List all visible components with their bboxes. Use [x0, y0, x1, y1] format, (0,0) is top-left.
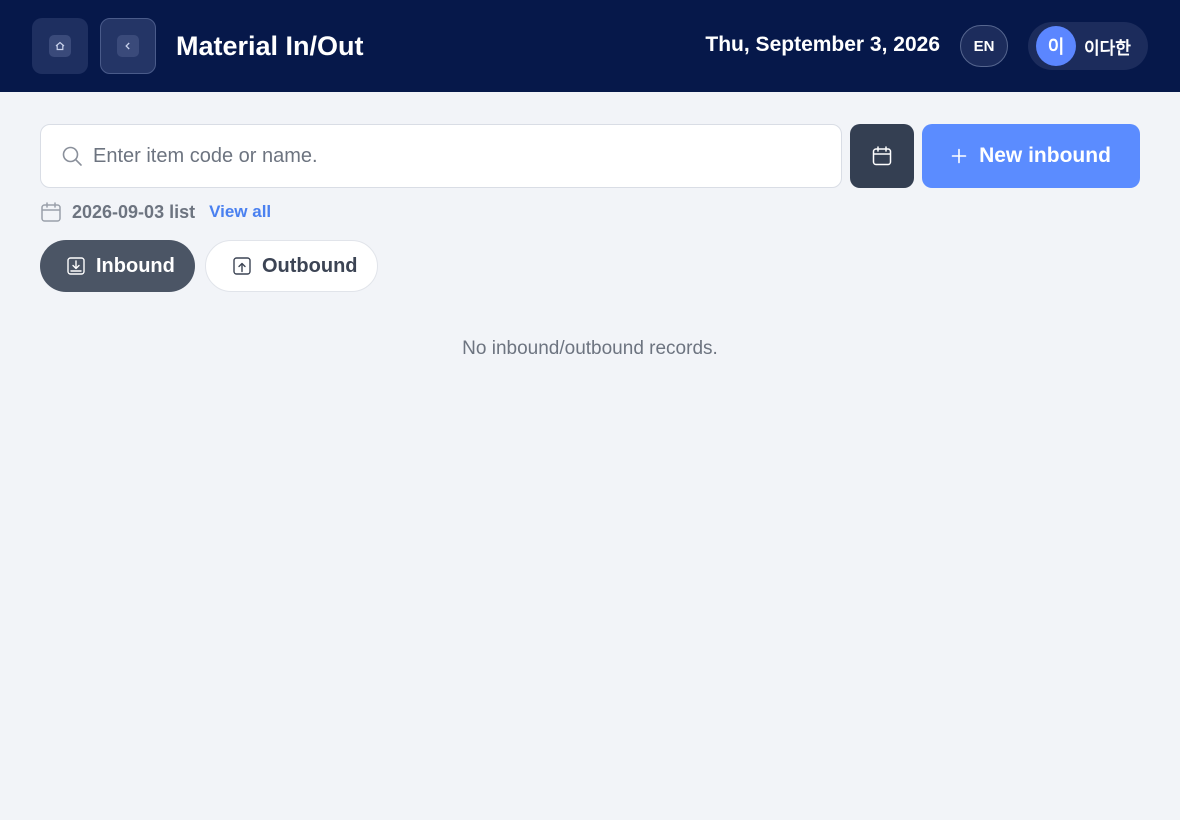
search-icon	[61, 145, 83, 167]
inbound-tray-icon	[66, 256, 86, 276]
outbound-tray-icon	[232, 256, 252, 276]
tab-inbound[interactable]: Inbound	[40, 240, 195, 292]
date-list-label: 2026-09-03 list	[72, 201, 196, 222]
search-input[interactable]	[93, 144, 793, 168]
tab-inbound-label: Inbound	[96, 254, 175, 277]
tab-outbound-label: Outbound	[262, 254, 358, 277]
empty-state-message: No inbound/outbound records.	[462, 338, 718, 359]
new-inbound-label: New inbound	[979, 144, 1111, 167]
view-all-link[interactable]: View all	[209, 202, 271, 222]
new-inbound-button[interactable]: New inbound	[922, 124, 1140, 188]
plus-icon	[951, 148, 967, 164]
date-picker-button[interactable]	[850, 124, 914, 188]
calendar-small-icon	[40, 201, 62, 223]
language-toggle[interactable]: EN	[960, 25, 1008, 67]
chevron-left-icon	[117, 35, 139, 57]
user-name: 이다한	[1084, 38, 1131, 58]
tab-outbound[interactable]: Outbound	[205, 240, 378, 292]
calendar-icon	[871, 145, 893, 167]
search-box[interactable]	[40, 124, 842, 188]
date-filter-row: 2026-09-03 list View all	[40, 200, 271, 224]
avatar: 이	[1036, 26, 1076, 66]
header-date: Thu, September 3, 2026	[705, 33, 940, 56]
app-header: Material In/Out Thu, September 3, 2026 E…	[0, 0, 1180, 92]
page-title: Material In/Out	[176, 31, 364, 61]
user-menu[interactable]: 이 이다한	[1028, 22, 1148, 70]
home-button[interactable]	[32, 18, 88, 74]
back-button[interactable]	[100, 18, 156, 74]
home-icon	[49, 35, 71, 57]
